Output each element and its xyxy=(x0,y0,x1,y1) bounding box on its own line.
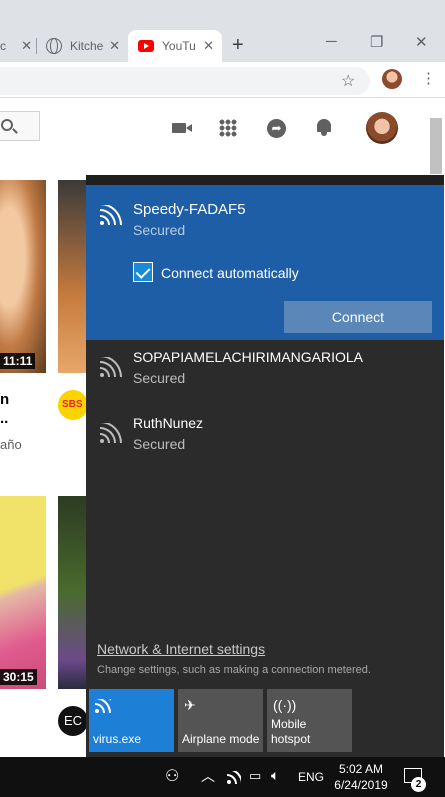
quick-action-label: virus.exe xyxy=(93,732,142,746)
new-tab-button[interactable]: + xyxy=(232,34,244,57)
network-name: SOPAPIAMELACHIRIMANGARIOLA xyxy=(133,349,364,365)
connect-automatically-label[interactable]: Connect automatically xyxy=(161,265,299,281)
network-status: Secured xyxy=(133,222,186,238)
network-name: Speedy-FADAF5 xyxy=(133,201,246,218)
apps-grid-icon[interactable] xyxy=(219,119,237,137)
browser-toolbar: ☆ xyxy=(0,62,445,98)
close-window-button[interactable]: ✕ xyxy=(415,33,428,51)
page-scrollbar[interactable] xyxy=(430,118,442,174)
bookmark-star-icon[interactable]: ☆ xyxy=(341,71,355,91)
video-title-continued[interactable]: .. xyxy=(0,410,8,427)
video-meta: año xyxy=(0,437,22,452)
input-language-indicator[interactable]: ENG xyxy=(298,770,324,784)
search-icon xyxy=(1,119,13,131)
connect-automatically-checkbox[interactable] xyxy=(133,262,153,282)
tab-close-icon[interactable]: ✕ xyxy=(203,38,214,54)
channel-avatar[interactable]: EC xyxy=(58,706,88,736)
flyout-top-edge xyxy=(86,175,444,185)
network-settings-description: Change settings, such as making a connec… xyxy=(97,664,371,676)
windows-taskbar: ⚇ ︿ ▭ 🔈︎ ENG 5:02 AM 6/24/2019 2 xyxy=(0,757,445,797)
messages-icon[interactable]: ➦ xyxy=(267,119,286,138)
browser-profile-avatar[interactable] xyxy=(382,69,402,89)
airplane-icon: ✈ xyxy=(184,697,196,713)
tab-youtube[interactable]: YouTu ✕ xyxy=(128,30,222,62)
youtube-account-avatar[interactable] xyxy=(366,112,398,144)
wifi-secured-icon xyxy=(100,423,124,443)
network-item[interactable]: SOPAPIAMELACHIRIMANGARIOLA Secured xyxy=(86,341,444,407)
network-tray-icon[interactable] xyxy=(227,771,241,784)
volume-icon[interactable]: 🔈︎ xyxy=(271,767,279,784)
network-flyout: Speedy-FADAF5 Secured Connect automatica… xyxy=(86,175,444,757)
wifi-icon xyxy=(95,699,111,713)
video-title[interactable]: n xyxy=(0,391,9,408)
tab-label: c xyxy=(0,39,6,53)
tab-close-icon[interactable]: ✕ xyxy=(21,38,32,54)
quick-action-airplane-mode[interactable]: ✈ Airplane mode xyxy=(178,689,263,752)
video-thumbnail[interactable] xyxy=(58,496,86,689)
video-duration: 11:11 xyxy=(0,353,36,369)
video-duration: 30:15 xyxy=(0,669,37,685)
network-status: Secured xyxy=(133,436,186,452)
hotspot-icon: ((·)) xyxy=(273,697,297,713)
wifi-secured-icon xyxy=(100,357,124,377)
clock-time: 5:02 AM xyxy=(338,762,384,776)
youtube-favicon-icon xyxy=(138,40,154,52)
quick-action-wifi[interactable]: virus.exe xyxy=(89,689,174,752)
tab-label: Kitche xyxy=(70,39,104,53)
create-video-icon[interactable] xyxy=(172,123,192,133)
connect-button[interactable]: Connect xyxy=(284,301,432,333)
video-thumbnail[interactable] xyxy=(0,180,46,373)
network-item[interactable]: RuthNunez Secured xyxy=(86,407,444,473)
quick-action-mobile-hotspot[interactable]: ((·)) Mobile hotspot xyxy=(267,689,352,752)
notification-count-badge: 2 xyxy=(411,777,426,792)
network-item-selected[interactable]: Speedy-FADAF5 Secured Connect automatica… xyxy=(86,185,444,340)
notifications-bell-icon[interactable] xyxy=(316,118,332,136)
search-button[interactable] xyxy=(0,111,40,141)
maximize-button[interactable]: ❐ xyxy=(370,33,383,51)
network-name: RuthNunez xyxy=(133,415,204,431)
quick-action-label: Mobile xyxy=(271,717,307,731)
browser-titlebar: c ✕ Kitche ✕ YouTu ✕ + ─ ❐ ✕ xyxy=(0,0,445,62)
wifi-secured-icon xyxy=(100,205,124,225)
browser-menu-icon[interactable]: ⋮ xyxy=(421,69,436,87)
video-thumbnail[interactable] xyxy=(0,496,46,689)
tab-partial[interactable]: c ✕ xyxy=(0,30,36,62)
tab-separator xyxy=(36,38,37,54)
people-icon[interactable]: ⚇ xyxy=(165,766,179,786)
minimize-button[interactable]: ─ xyxy=(326,33,337,50)
quick-action-label: Airplane mode xyxy=(182,732,260,746)
tab-kitchen[interactable]: Kitche ✕ xyxy=(38,30,128,62)
tab-label: YouTu xyxy=(162,39,196,53)
battery-icon[interactable]: ▭ xyxy=(249,768,261,784)
network-status: Secured xyxy=(133,370,186,386)
show-hidden-icons-chevron-icon[interactable]: ︿ xyxy=(201,766,215,786)
tab-close-icon[interactable]: ✕ xyxy=(109,38,120,54)
clock-date: 6/24/2019 xyxy=(334,778,388,792)
address-bar[interactable] xyxy=(0,67,370,95)
clock[interactable]: 5:02 AM 6/24/2019 xyxy=(331,761,391,793)
quick-action-label: hotspot xyxy=(271,732,311,746)
channel-avatar[interactable]: SBS xyxy=(58,390,88,420)
globe-icon xyxy=(46,38,62,54)
network-settings-link[interactable]: Network & Internet settings xyxy=(97,641,265,657)
video-thumbnail[interactable] xyxy=(58,180,86,373)
